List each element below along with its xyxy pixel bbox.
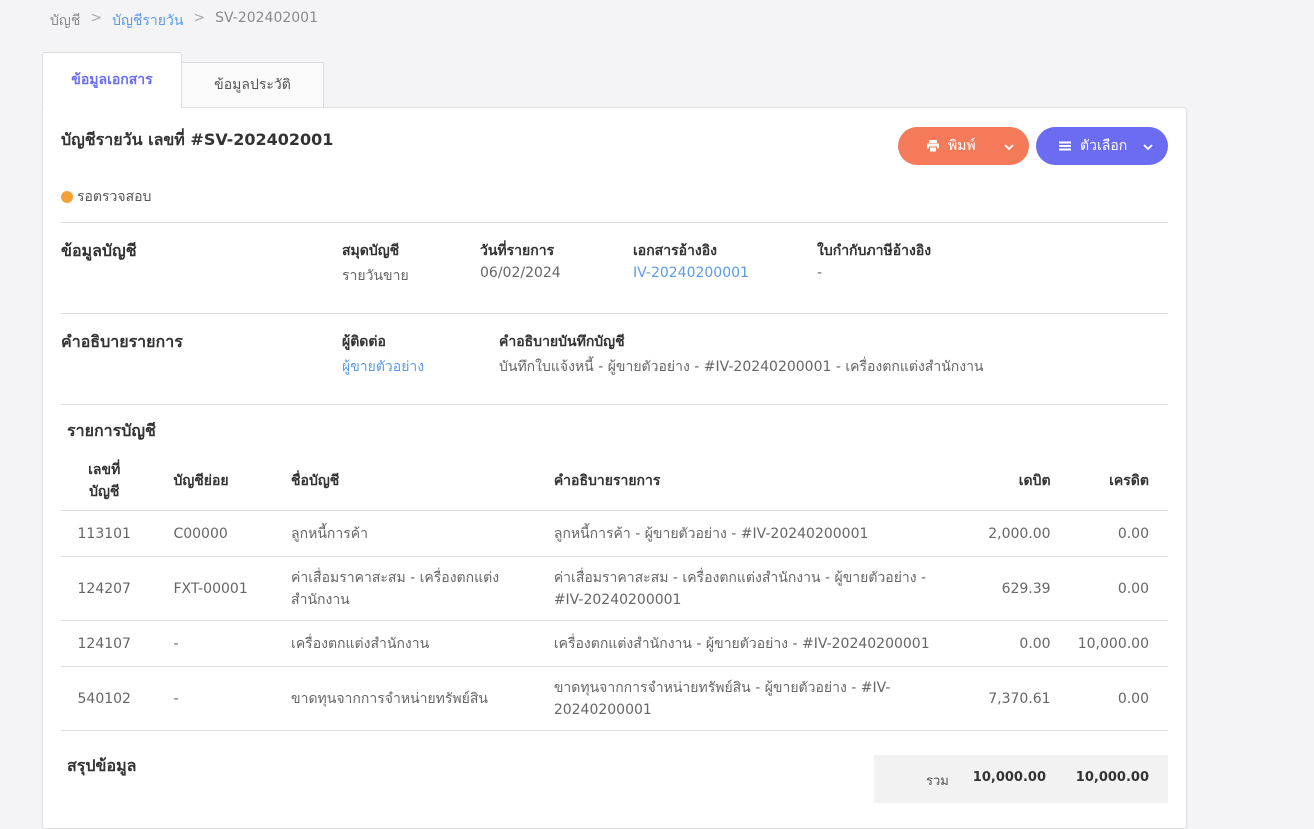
- breadcrumb-parent[interactable]: บัญชีรายวัน: [112, 10, 183, 32]
- ref-doc-link[interactable]: IV-20240200001: [633, 265, 749, 281]
- ledger-table: เลขที่บัญชี บัญชีย่อย ชื่อบัญชี คำอธิบาย…: [61, 452, 1168, 731]
- print-button[interactable]: พิมพ์: [898, 127, 1029, 165]
- chevron-down-icon[interactable]: [1003, 140, 1015, 156]
- tab-document-info[interactable]: ข้อมูลเอกสาร: [42, 52, 182, 108]
- cell-credit: 0.00: [1050, 510, 1168, 557]
- divider: [61, 404, 1168, 405]
- breadcrumb-root[interactable]: บัญชี: [50, 10, 80, 32]
- date-field: วันที่รายการ 06/02/2024: [480, 240, 561, 281]
- options-button-label: ตัวเลือก: [1080, 137, 1128, 153]
- divider: [61, 222, 1168, 223]
- col-account-name: ชื่อบัญชี: [291, 452, 554, 511]
- summary-heading: สรุปข้อมูล: [67, 756, 137, 775]
- description-heading: คำอธิบายรายการ: [61, 332, 183, 351]
- cell-account-name: ค่าเสื่อมราคาสะสม - เครื่องตกแต่งสำนักงา…: [291, 556, 554, 621]
- memo-label: คำอธิบายบันทึกบัญชี: [499, 334, 625, 350]
- cell-debit: 629.39: [955, 556, 1051, 621]
- status-badge: รอตรวจสอบ: [61, 186, 151, 208]
- divider: [61, 313, 1168, 314]
- tax-ref-field: ใบกำกับภาษีอ้างอิง -: [817, 240, 931, 281]
- options-button[interactable]: ตัวเลือก: [1036, 127, 1168, 165]
- print-button-label: พิมพ์: [948, 137, 976, 153]
- total-label: รวม: [926, 774, 949, 789]
- col-sub-account: บัญชีย่อย: [147, 452, 292, 511]
- cell-credit: 10,000.00: [1050, 620, 1168, 667]
- contact-field: ผู้ติดต่อ ผู้ขายตัวอย่าง: [342, 331, 424, 378]
- cell-credit: 0.00: [1050, 666, 1168, 731]
- memo-value: บันทึกใบแจ้งหนี้ - ผู้ขายตัวอย่าง - #IV-…: [499, 359, 984, 375]
- total-credit: 10,000.00: [1075, 770, 1149, 785]
- book-field: สมุดบัญชี รายวันขาย: [342, 240, 409, 287]
- cell-account-no: 113101: [61, 510, 148, 557]
- cell-account-no: 124207: [61, 556, 148, 621]
- printer-icon: [926, 139, 940, 153]
- table-header-row: เลขที่บัญชี บัญชีย่อย ชื่อบัญชี คำอธิบาย…: [61, 452, 1168, 511]
- tax-ref-value: -: [817, 265, 823, 281]
- date-value: 06/02/2024: [480, 265, 561, 281]
- breadcrumb-current: SV-202402001: [215, 10, 319, 26]
- menu-icon: [1058, 139, 1072, 153]
- cell-debit: 7,370.61: [955, 666, 1051, 731]
- status-dot-icon: [61, 191, 73, 203]
- contact-label: ผู้ติดต่อ: [342, 334, 386, 350]
- cell-description: ขาดทุนจากการจำหน่ายทรัพย์สิน - ผู้ขายตัว…: [553, 666, 956, 731]
- cell-sub-account: C00000: [147, 510, 292, 557]
- cell-credit: 0.00: [1050, 556, 1168, 621]
- table-row: 124207 FXT-00001 ค่าเสื่อมราคาสะสม - เคร…: [61, 556, 1168, 621]
- col-credit: เครดิต: [1050, 452, 1168, 511]
- cell-debit: 0.00: [955, 620, 1051, 667]
- cell-description: ค่าเสื่อมราคาสะสม - เครื่องตกแต่งสำนักงา…: [553, 556, 956, 621]
- col-description: คำอธิบายรายการ: [553, 452, 956, 511]
- breadcrumb-separator: >: [90, 10, 103, 26]
- ledger-heading: รายการบัญชี: [67, 421, 156, 440]
- breadcrumb-separator: >: [193, 10, 206, 26]
- breadcrumb: บัญชี > บัญชีรายวัน > SV-202402001: [50, 10, 318, 32]
- col-account-no: เลขที่บัญชี: [61, 452, 148, 511]
- cell-account-name: ขาดทุนจากการจำหน่ายทรัพย์สิน: [291, 666, 554, 731]
- document-card: บัญชีรายวัน เลขที่ #SV-202402001 พิมพ์ ต…: [42, 107, 1187, 829]
- cell-debit: 2,000.00: [955, 510, 1051, 557]
- cell-account-no: 540102: [61, 666, 148, 731]
- table-row: 540102 - ขาดทุนจากการจำหน่ายทรัพย์สิน ขา…: [61, 666, 1168, 731]
- tab-bar: ข้อมูลเอกสาร ข้อมูลประวัติ: [42, 52, 324, 108]
- book-label: สมุดบัญชี: [342, 243, 400, 259]
- memo-field: คำอธิบายบันทึกบัญชี บันทึกใบแจ้งหนี้ - ผ…: [499, 331, 984, 378]
- tax-ref-label: ใบกำกับภาษีอ้างอิง: [817, 243, 932, 259]
- contact-link[interactable]: ผู้ขายตัวอย่าง: [342, 356, 424, 378]
- tab-history[interactable]: ข้อมูลประวัติ: [182, 62, 324, 108]
- cell-sub-account: -: [147, 620, 292, 667]
- col-account-no-label: เลขที่บัญชี: [88, 462, 121, 500]
- status-text: รอตรวจสอบ: [77, 189, 152, 205]
- cell-account-name: เครื่องตกแต่งสำนักงาน: [291, 620, 554, 667]
- table-row: 113101 C00000 ลูกหนี้การค้า ลูกหนี้การค้…: [61, 510, 1168, 557]
- cell-account-name: ลูกหนี้การค้า: [291, 510, 554, 557]
- date-label: วันที่รายการ: [480, 243, 555, 259]
- book-value: รายวันขาย: [342, 268, 409, 284]
- ref-doc-field: เอกสารอ้างอิง IV-20240200001: [633, 240, 749, 281]
- totals-box: รวม 10,000.00 10,000.00: [874, 755, 1168, 803]
- page-title: บัญชีรายวัน เลขที่ #SV-202402001: [61, 130, 334, 149]
- cell-sub-account: FXT-00001: [147, 556, 292, 621]
- account-info-heading: ข้อมูลบัญชี: [61, 241, 137, 260]
- cell-account-no: 124107: [61, 620, 148, 667]
- ref-doc-label: เอกสารอ้างอิง: [633, 243, 717, 259]
- table-row: 124107 - เครื่องตกแต่งสำนักงาน เครื่องตก…: [61, 620, 1168, 667]
- col-debit: เดบิต: [955, 452, 1051, 511]
- total-debit: 10,000.00: [972, 770, 1046, 785]
- cell-description: เครื่องตกแต่งสำนักงาน - ผู้ขายตัวอย่าง -…: [553, 620, 956, 667]
- chevron-down-icon[interactable]: [1142, 140, 1154, 156]
- cell-sub-account: -: [147, 666, 292, 731]
- cell-description: ลูกหนี้การค้า - ผู้ขายตัวอย่าง - #IV-202…: [553, 510, 956, 557]
